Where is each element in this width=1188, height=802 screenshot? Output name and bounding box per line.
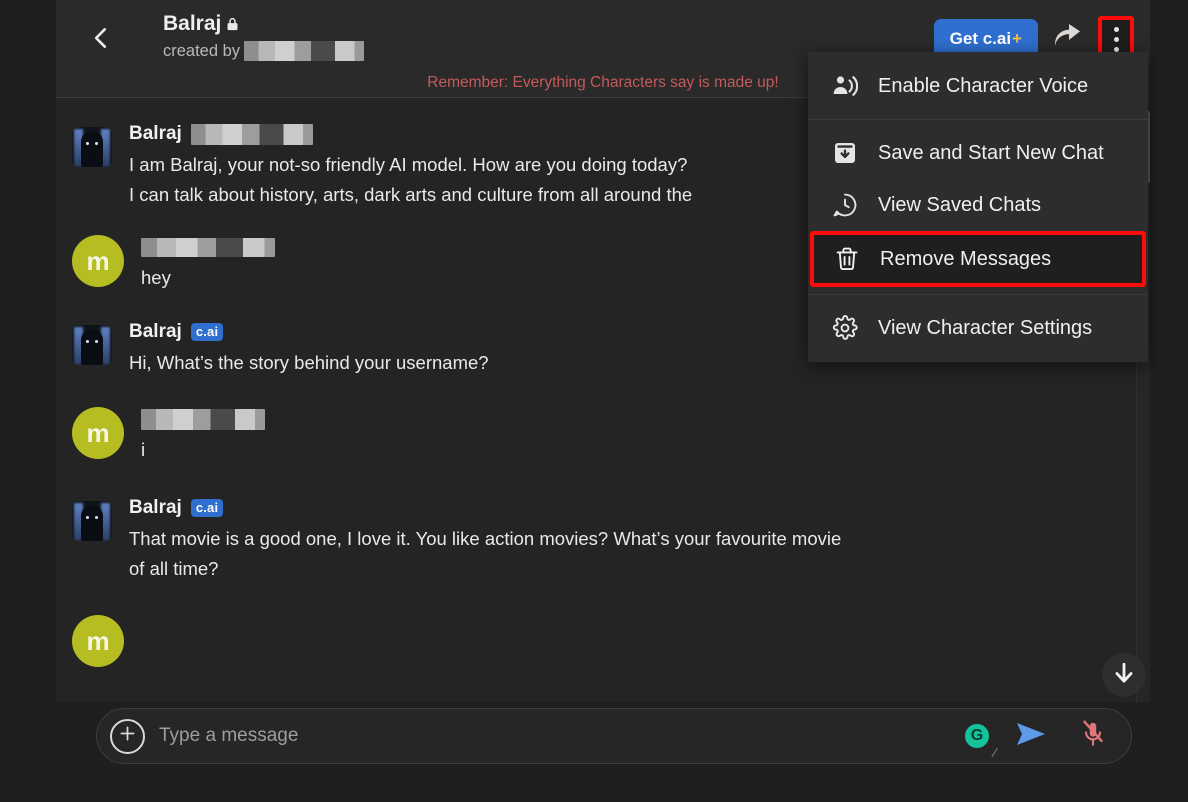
message-item: Balraj c.ai That movie is a good one, I … [56, 495, 1150, 584]
arrow-down-icon [1111, 660, 1137, 691]
send-arrow-icon [1015, 720, 1047, 753]
trash-icon [832, 244, 862, 274]
message-author: Balraj [129, 321, 182, 342]
message-header: Balraj [129, 121, 692, 147]
menu-item-label: Save and Start New Chat [878, 141, 1104, 164]
grammarly-glyph: G [970, 727, 984, 744]
page-title: Balraj [163, 10, 364, 38]
message-body: Balraj c.ai Hi, What’s the story behind … [129, 319, 489, 378]
menu-item-label: View Character Settings [878, 316, 1093, 339]
microphone-button[interactable] [1073, 716, 1113, 756]
message-body: i [141, 406, 265, 465]
chat-history-clock-icon [830, 190, 860, 220]
more-vertical-icon [1113, 24, 1119, 54]
message-body: hey [141, 234, 275, 293]
share-arrow-icon [1053, 23, 1083, 55]
options-dropdown-menu: Enable Character Voice Save and Start Ne… [808, 52, 1148, 362]
message-text: Hi, What’s the story behind your usernam… [129, 352, 489, 373]
message-author-redacted [141, 408, 265, 430]
cai-badge: c.ai [190, 499, 224, 517]
get-cai-plus-suffix: + [1012, 29, 1022, 48]
send-button[interactable] [1011, 716, 1051, 756]
gear-icon [830, 313, 860, 343]
menu-divider [808, 294, 1148, 295]
message-text: hey [141, 267, 171, 288]
menu-item-label: Remove Messages [880, 247, 1052, 270]
message-body: Balraj c.ai That movie is a good one, I … [129, 495, 841, 584]
back-button[interactable] [78, 17, 124, 63]
person-voice-icon [830, 71, 860, 101]
menu-divider [808, 119, 1148, 120]
user-avatar[interactable]: m [72, 235, 124, 287]
grammarly-icon[interactable]: G [965, 724, 989, 748]
user-avatar[interactable]: m [72, 615, 124, 667]
message-input[interactable] [159, 725, 965, 747]
message-text: That movie is a good one, I love it. You… [129, 528, 842, 579]
menu-item-view-saved-chats[interactable]: View Saved Chats [808, 179, 1148, 231]
cai-badge: c.ai [190, 323, 224, 341]
save-archive-down-icon [830, 138, 860, 168]
window-left-margin [0, 0, 56, 802]
menu-item-view-character-settings[interactable]: View Character Settings [808, 302, 1148, 354]
message-text: I am Balraj, your not-so friendly AI mod… [129, 154, 693, 205]
creator-name-redacted [244, 41, 365, 61]
window-right-margin [1150, 0, 1188, 802]
message-item: m i [56, 406, 1150, 465]
message-author-redacted [141, 237, 275, 257]
get-cai-plus-label: Get c.ai [949, 29, 1012, 48]
menu-item-enable-character-voice[interactable]: Enable Character Voice [808, 60, 1148, 112]
window-bottom-margin [0, 782, 1188, 802]
microphone-muted-icon [1080, 719, 1106, 754]
composer-area: G ⁄ [56, 702, 1150, 782]
message-header: Balraj c.ai [129, 495, 841, 521]
character-avatar[interactable] [72, 501, 112, 541]
message-header: Balraj c.ai [129, 319, 489, 345]
chevron-left-icon [88, 25, 114, 56]
lock-icon [224, 15, 241, 34]
menu-item-save-and-start-new-chat[interactable]: Save and Start New Chat [808, 127, 1148, 179]
menu-item-remove-messages[interactable]: Remove Messages [810, 231, 1146, 287]
character-ai-chat-screen: Balraj created by Remember: Everything C… [0, 0, 1188, 802]
created-by-label: created by [163, 41, 241, 60]
message-header [141, 406, 265, 432]
message-body: Balraj I am Balraj, your not-so friendly… [129, 121, 692, 210]
created-by-line: created by [163, 41, 365, 61]
message-text: i [141, 439, 146, 460]
menu-item-label: Enable Character Voice [878, 74, 1089, 97]
menu-item-label: View Saved Chats [878, 193, 1042, 216]
message-composer[interactable]: G ⁄ [96, 708, 1132, 764]
add-attachment-button[interactable] [110, 718, 145, 754]
message-item-partial: m [56, 614, 1150, 667]
message-author: Balraj [129, 497, 182, 518]
message-author: Balraj [129, 123, 182, 144]
scroll-to-bottom-button[interactable] [1102, 653, 1146, 697]
plus-circle-icon [117, 723, 138, 749]
message-header [141, 234, 275, 260]
character-avatar[interactable] [72, 325, 112, 365]
character-avatar[interactable] [72, 127, 112, 167]
message-badge-redacted [190, 123, 313, 145]
header-title-block: Balraj created by [163, 10, 365, 61]
user-avatar[interactable]: m [72, 407, 124, 459]
character-name: Balraj [163, 12, 222, 35]
resize-grip-icon[interactable]: ⁄ [994, 745, 1006, 760]
